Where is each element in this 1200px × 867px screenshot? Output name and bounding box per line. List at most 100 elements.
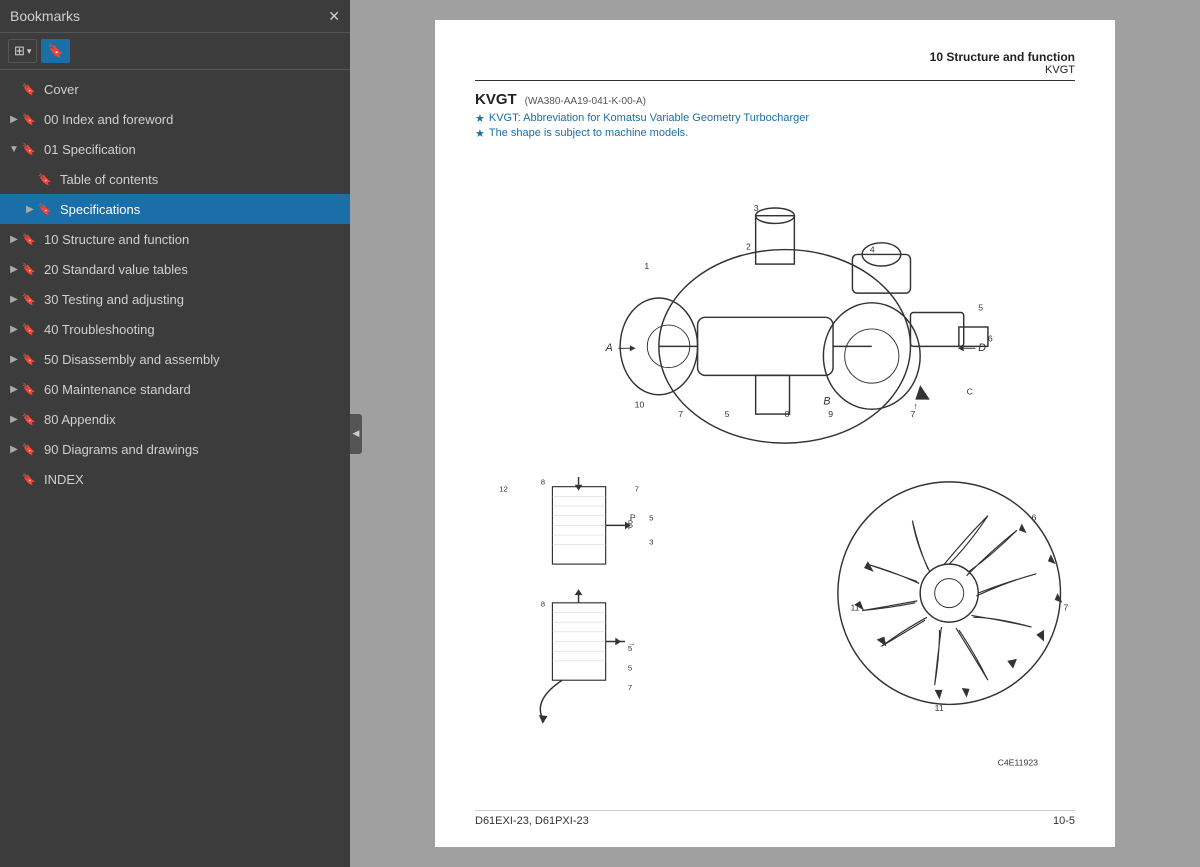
svg-text:8: 8 xyxy=(785,409,790,419)
bookmark-icon-test: 🔖 xyxy=(22,293,38,306)
svg-text:↑: ↑ xyxy=(913,401,917,411)
svg-text:6: 6 xyxy=(988,334,993,344)
bookmark-icon: 🔖 xyxy=(47,43,63,59)
svg-text:8: 8 xyxy=(541,478,545,487)
expand-arrow-disasm[interactable] xyxy=(6,354,22,365)
svg-text:P: P xyxy=(630,513,636,523)
sidebar-title: Bookmarks xyxy=(10,8,80,24)
star-icon-1: ★ xyxy=(475,112,485,125)
svg-text:11: 11 xyxy=(935,703,944,713)
page-header-title: 10 Structure and function xyxy=(475,50,1075,64)
bookmark-icon-trouble: 🔖 xyxy=(22,323,38,336)
sidebar-item-label-idx: 00 Index and foreword xyxy=(44,112,342,127)
page-header: 10 Structure and function KVGT xyxy=(475,50,1075,81)
diagram-area: A D B 3 4 5 6 C 7 9 8 xyxy=(475,150,1075,804)
svg-text:4: 4 xyxy=(870,244,875,254)
sidebar-item-diag[interactable]: 🔖 90 Diagrams and drawings xyxy=(0,434,350,464)
svg-text:7: 7 xyxy=(1063,603,1068,613)
bookmark-icon-disasm: 🔖 xyxy=(22,353,38,366)
svg-text:6: 6 xyxy=(1031,513,1036,523)
bookmark-icon-struct: 🔖 xyxy=(22,233,38,246)
sidebar-item-label-trouble: 40 Troubleshooting xyxy=(44,322,342,337)
close-sidebar-button[interactable]: ✕ xyxy=(328,9,340,23)
expand-arrow-specifications[interactable] xyxy=(22,204,38,215)
expand-arrow-std[interactable] xyxy=(6,264,22,275)
sidebar-toolbar: ⊞ ▾ 🔖 xyxy=(0,33,350,70)
page-header-subtitle: KVGT xyxy=(475,64,1075,76)
svg-text:7: 7 xyxy=(635,485,639,494)
bookmark-icon-diag: 🔖 xyxy=(22,443,38,456)
kvgt-note-1: ★ KVGT: Abbreviation for Komatsu Variabl… xyxy=(475,112,1075,125)
kvgt-note-1-text: KVGT: Abbreviation for Komatsu Variable … xyxy=(489,112,809,124)
bookmark-icon-index: 🔖 xyxy=(22,473,38,486)
bookmark-icon-cover: 🔖 xyxy=(22,83,38,96)
expand-arrow-append[interactable] xyxy=(6,414,22,425)
sidebar-header: Bookmarks ✕ xyxy=(0,0,350,33)
sidebar-item-maint[interactable]: 🔖 60 Maintenance standard xyxy=(0,374,350,404)
bookmark-icon-maint: 🔖 xyxy=(22,383,38,396)
document-page: 10 Structure and function KVGT KVGT (WA3… xyxy=(435,20,1115,847)
bookmark-icon-spec: 🔖 xyxy=(22,143,38,156)
sidebar-item-label-std: 20 Standard value tables xyxy=(44,262,342,277)
svg-text:B: B xyxy=(823,395,830,407)
bookmark-icon-idx: 🔖 xyxy=(22,113,38,126)
page-footer: D61EXI-23, D61PXI-23 10-5 xyxy=(475,810,1075,827)
svg-text:11: 11 xyxy=(850,603,859,613)
sidebar-item-label-diag: 90 Diagrams and drawings xyxy=(44,442,342,457)
svg-text:C: C xyxy=(967,387,973,397)
svg-text:3: 3 xyxy=(649,538,653,547)
svg-text:D: D xyxy=(978,342,986,354)
bookmark-icon-toc: 🔖 xyxy=(38,173,54,186)
collapse-panel-handle[interactable]: ◀ xyxy=(350,414,362,454)
svg-text:C4E11923: C4E11923 xyxy=(998,757,1039,767)
expand-arrow-diag[interactable] xyxy=(6,444,22,455)
sidebar-item-label-disasm: 50 Disassembly and assembly xyxy=(44,352,342,367)
svg-text:5: 5 xyxy=(628,664,632,673)
sidebar-item-label-struct: 10 Structure and function xyxy=(44,232,342,247)
page-footer-model: D61EXI-23, D61PXI-23 xyxy=(475,815,589,827)
bookmark-icon-std: 🔖 xyxy=(22,263,38,276)
bookmark-icon-append: 🔖 xyxy=(22,413,38,426)
sidebar-item-label-cover: Cover xyxy=(44,82,342,97)
expand-arrow-trouble[interactable] xyxy=(6,324,22,335)
sidebar-item-index[interactable]: 🔖INDEX xyxy=(0,464,350,494)
sidebar-item-idx[interactable]: 🔖 00 Index and foreword xyxy=(0,104,350,134)
view-options-button[interactable]: ⊞ ▾ xyxy=(8,39,37,63)
expand-arrow-spec[interactable] xyxy=(6,144,22,155)
sidebar-item-test[interactable]: 🔖30 Testing and adjusting xyxy=(0,284,350,314)
expand-arrow-maint[interactable] xyxy=(6,384,22,395)
expand-arrow-struct[interactable] xyxy=(6,234,22,245)
svg-text:12: 12 xyxy=(499,485,508,494)
svg-text:1: 1 xyxy=(644,261,649,271)
sidebar-item-struct[interactable]: 🔖 10 Structure and function xyxy=(0,224,350,254)
svg-text:A: A xyxy=(605,342,613,354)
sidebar-item-append[interactable]: 🔖 80 Appendix xyxy=(0,404,350,434)
sidebar-item-label-maint: 60 Maintenance standard xyxy=(44,382,342,397)
svg-text:10: 10 xyxy=(635,399,645,409)
svg-text:5: 5 xyxy=(978,303,983,313)
turbocharger-diagram: A D B 3 4 5 6 C 7 9 8 xyxy=(475,150,1075,804)
expand-arrow-test[interactable] xyxy=(6,294,22,305)
bookmark-icon-specifications: 🔖 xyxy=(38,203,54,216)
main-content: 10 Structure and function KVGT KVGT (WA3… xyxy=(350,0,1200,867)
svg-text:2: 2 xyxy=(746,242,751,252)
sidebar-item-cover[interactable]: 🔖 Cover xyxy=(0,74,350,104)
sidebar-item-specifications[interactable]: 🔖Specifications xyxy=(0,194,350,224)
kvgt-section-title: KVGT (WA380-AA19-041-K-00-A) xyxy=(475,91,1075,108)
expand-arrow-idx[interactable] xyxy=(6,114,22,125)
bookmark-panel-button[interactable]: 🔖 xyxy=(41,39,69,63)
sidebar-item-std[interactable]: 🔖 20 Standard value tables xyxy=(0,254,350,284)
sidebar-item-toc[interactable]: 🔖Table of contents xyxy=(0,164,350,194)
svg-text:3: 3 xyxy=(754,203,759,213)
kvgt-note-2: ★ The shape is subject to machine models… xyxy=(475,127,1075,140)
kvgt-label: KVGT xyxy=(475,91,517,108)
sidebar-item-disasm[interactable]: 🔖 50 Disassembly and assembly xyxy=(0,344,350,374)
sidebar: Bookmarks ✕ ⊞ ▾ 🔖 🔖 Cover 🔖 00 Index and fo… xyxy=(0,0,350,867)
sidebar-item-trouble[interactable]: 🔖 40 Troubleshooting xyxy=(0,314,350,344)
view-grid-icon: ⊞ xyxy=(14,43,25,59)
sidebar-item-label-append: 80 Appendix xyxy=(44,412,342,427)
svg-text:5: 5 xyxy=(628,644,632,653)
svg-text:7: 7 xyxy=(628,683,632,692)
sidebar-item-spec[interactable]: 🔖 01 Specification xyxy=(0,134,350,164)
sidebar-item-label-spec: 01 Specification xyxy=(44,142,342,157)
